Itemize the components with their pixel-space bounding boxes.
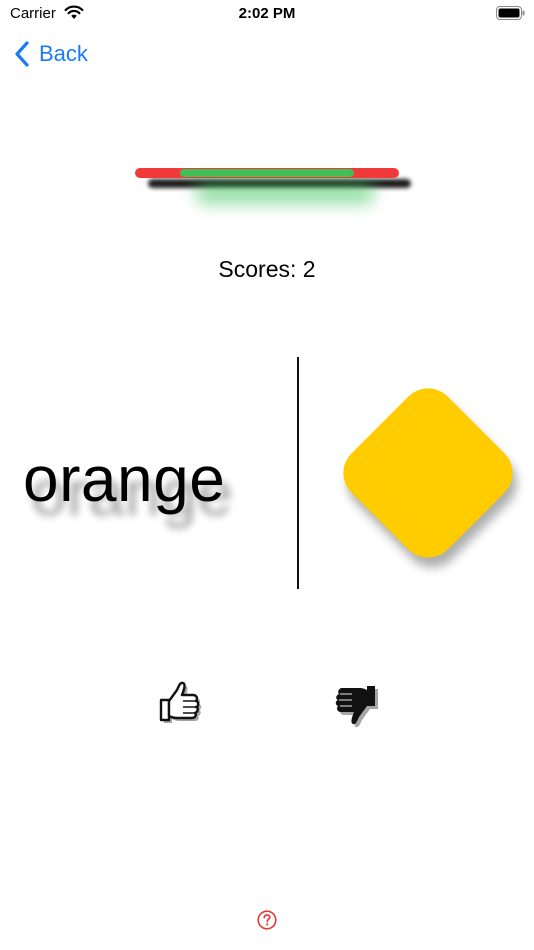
chevron-left-icon — [15, 41, 29, 67]
shape-area — [331, 376, 525, 570]
thumbs-up-button[interactable] — [153, 678, 209, 734]
back-label: Back — [39, 41, 88, 66]
thumbs-down-icon — [335, 686, 378, 728]
status-bar: Carrier 2:02 PM — [0, 0, 534, 28]
help-button[interactable] — [257, 910, 277, 930]
status-time: 2:02 PM — [238, 5, 296, 22]
thumbs-down-button[interactable] — [327, 676, 383, 732]
timer-fill — [180, 169, 354, 177]
color-word: orange — [23, 443, 226, 515]
score-label: Scores: 2 — [218, 256, 316, 282]
battery-icon — [496, 6, 525, 20]
thumbs-up-icon — [159, 681, 202, 723]
back-button[interactable]: Back — [14, 38, 88, 70]
timer-bar — [135, 166, 415, 216]
card-divider — [297, 357, 299, 589]
question-mark-icon — [257, 910, 277, 930]
diamond-shape — [331, 376, 525, 570]
timer-glow — [195, 182, 375, 204]
